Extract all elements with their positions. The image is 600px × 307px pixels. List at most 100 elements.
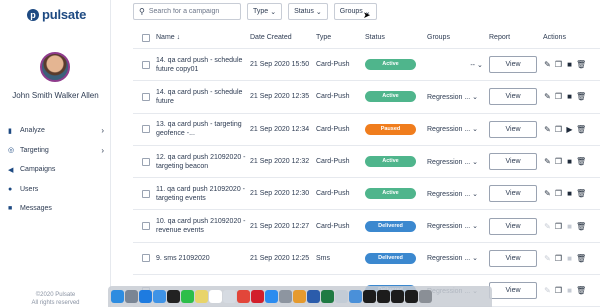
avatar[interactable] <box>40 52 70 82</box>
sidebar-item-users[interactable]: ● Users <box>8 180 104 200</box>
copy-icon[interactable]: ❐ <box>554 189 563 198</box>
files-icon[interactable] <box>223 290 236 303</box>
row-checkbox[interactable] <box>142 254 150 263</box>
copy-icon[interactable]: ❐ <box>554 157 563 166</box>
opera-icon[interactable] <box>251 290 264 303</box>
edit-icon[interactable]: ✎ <box>543 92 552 101</box>
sidebar-item-targeting[interactable]: ◎ Targeting › <box>8 141 104 161</box>
chevron-down-icon[interactable]: ⌄ <box>477 62 483 69</box>
chevron-down-icon[interactable]: ⌄ <box>472 126 478 133</box>
campaign-name[interactable]: 10. qa card push 21092020 - revenue even… <box>156 217 250 235</box>
row-checkbox[interactable] <box>142 60 150 69</box>
stop-icon[interactable]: ■ <box>565 92 574 101</box>
copy-icon[interactable]: ❐ <box>554 254 563 263</box>
chevron-down-icon[interactable]: ⌄ <box>472 223 478 230</box>
safari-icon[interactable] <box>139 290 152 303</box>
select-all-checkbox[interactable] <box>142 33 150 42</box>
chevron-down-icon[interactable]: ⌄ <box>472 191 478 198</box>
edit-icon[interactable]: ✎ <box>543 125 552 134</box>
view-report-button[interactable]: View <box>489 153 537 171</box>
trash-icon[interactable] <box>419 290 432 303</box>
copy-icon[interactable]: ❐ <box>554 60 563 69</box>
calendar-icon[interactable] <box>209 290 222 303</box>
row-checkbox[interactable] <box>142 189 150 198</box>
stop-icon[interactable]: ■ <box>565 157 574 166</box>
view-report-button[interactable]: View <box>489 88 537 106</box>
campaign-name[interactable]: 13. qa card push - targeting geofence -.… <box>156 120 250 138</box>
edit-icon[interactable]: ✎ <box>543 189 552 198</box>
window-icon[interactable] <box>363 290 376 303</box>
copy-icon[interactable]: ❐ <box>554 222 563 231</box>
header-type[interactable]: Type <box>316 34 365 41</box>
table-row[interactable]: 14. qa card push - schedule future 21 Sep… <box>133 81 600 114</box>
stop-icon[interactable]: ■ <box>565 60 574 69</box>
campaign-name[interactable]: 9. sms 21092020 <box>156 254 250 263</box>
delete-icon[interactable]: 🗑 <box>576 157 586 166</box>
row-checkbox[interactable] <box>142 222 150 231</box>
view-report-button[interactable]: View <box>489 120 537 138</box>
type-filter[interactable]: Type ⌄ <box>247 3 283 20</box>
groups-cell[interactable]: Regression ... ⌄ <box>427 125 489 133</box>
delete-icon[interactable]: 🗑 <box>576 189 586 198</box>
header-status[interactable]: Status <box>365 34 427 41</box>
chrome-icon[interactable] <box>237 290 250 303</box>
campaign-name[interactable]: 11. qa card push 21092020 - targeting ev… <box>156 185 250 203</box>
delete-icon[interactable]: 🗑 <box>576 254 586 263</box>
search-box[interactable]: ⚲ <box>133 3 241 20</box>
header-date[interactable]: Date Created <box>250 34 316 41</box>
table-row[interactable]: 12. qa card push 21092020 - targeting be… <box>133 146 600 179</box>
table-row[interactable]: 9. sms 21092020 21 Sep 2020 12:25 Sms Deliv… <box>133 243 600 276</box>
sidebar-item-campaigns[interactable]: ◀ Campaigns <box>8 160 104 180</box>
folder-icon[interactable] <box>349 290 362 303</box>
photos-icon[interactable] <box>293 290 306 303</box>
chevron-down-icon[interactable]: ⌄ <box>472 159 478 166</box>
window-icon[interactable] <box>377 290 390 303</box>
edit-icon[interactable]: ✎ <box>543 157 552 166</box>
notes-icon[interactable] <box>195 290 208 303</box>
settings-icon[interactable] <box>279 290 292 303</box>
facetime-icon[interactable] <box>181 290 194 303</box>
window-icon[interactable] <box>405 290 418 303</box>
delete-icon[interactable]: 🗑 <box>576 92 586 101</box>
word-icon[interactable] <box>307 290 320 303</box>
table-row[interactable]: 11. qa card push 21092020 - targeting ev… <box>133 178 600 211</box>
row-checkbox[interactable] <box>142 125 150 134</box>
view-report-button[interactable]: View <box>489 185 537 203</box>
row-checkbox[interactable] <box>142 157 150 166</box>
table-row[interactable]: 10. qa card push 21092020 - revenue even… <box>133 210 600 243</box>
delete-icon[interactable]: 🗑 <box>576 60 586 69</box>
groups-cell[interactable]: Regression ... ⌄ <box>427 254 489 262</box>
groups-cell[interactable]: Regression ... ⌄ <box>427 190 489 198</box>
header-name[interactable]: Name ↓ <box>156 33 250 42</box>
launchpad-icon[interactable] <box>125 290 138 303</box>
groups-cell[interactable]: -- ⌄ <box>427 61 489 69</box>
status-filter[interactable]: Status ⌄ <box>288 3 328 20</box>
view-report-button[interactable]: View <box>489 249 537 267</box>
sidebar-item-analyze[interactable]: ▮ Analyze › <box>8 121 104 141</box>
chevron-down-icon[interactable]: ⌄ <box>472 94 478 101</box>
finder-icon[interactable] <box>111 290 124 303</box>
table-row[interactable]: 14. qa card push - schedule future copy0… <box>133 49 600 82</box>
delete-icon[interactable]: 🗑 <box>576 125 586 134</box>
row-checkbox[interactable] <box>142 92 150 101</box>
delete-icon[interactable]: 🗑 <box>576 222 586 231</box>
view-report-button[interactable]: View <box>489 282 537 300</box>
search-input[interactable] <box>148 8 237 15</box>
preview-icon[interactable] <box>335 290 348 303</box>
groups-cell[interactable]: Regression ... ⌄ <box>427 158 489 166</box>
edit-icon[interactable]: ✎ <box>543 60 552 69</box>
window-icon[interactable] <box>391 290 404 303</box>
campaign-name[interactable]: 14. qa card push - schedule future <box>156 88 250 106</box>
mail-icon[interactable] <box>153 290 166 303</box>
campaign-name[interactable]: 12. qa card push 21092020 - targeting be… <box>156 153 250 171</box>
campaign-name[interactable]: 14. qa card push - schedule future copy0… <box>156 56 250 74</box>
play-icon[interactable]: ▶ <box>565 125 574 134</box>
excel-icon[interactable] <box>321 290 334 303</box>
copy-icon[interactable]: ❐ <box>554 286 563 295</box>
view-report-button[interactable]: View <box>489 56 537 74</box>
logo[interactable]: p pulsate <box>27 7 86 22</box>
groups-cell[interactable]: Regression ... ⌄ <box>427 222 489 230</box>
delete-icon[interactable]: 🗑 <box>576 286 586 295</box>
appstore-icon[interactable] <box>265 290 278 303</box>
terminal-icon[interactable] <box>167 290 180 303</box>
